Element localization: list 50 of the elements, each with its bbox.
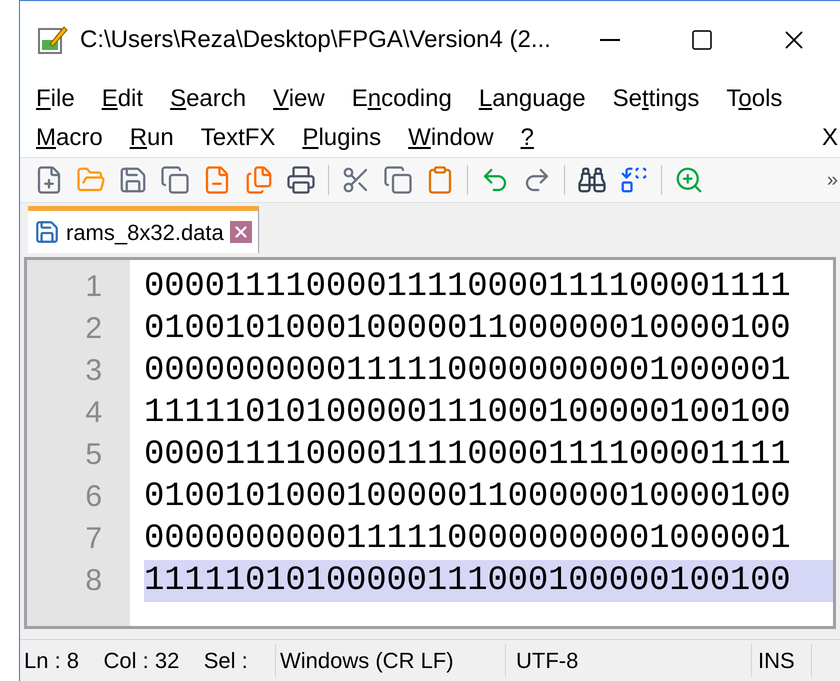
save-icon[interactable] [118, 165, 148, 195]
status-position: Ln : 8 Col : 32 Sel : [20, 644, 276, 677]
close-document-button[interactable]: X [822, 120, 838, 156]
close-tab-icon[interactable] [230, 221, 252, 243]
maximize-icon [690, 28, 714, 52]
menu-item[interactable]: Language [478, 80, 586, 116]
menu-item[interactable]: Run [130, 120, 174, 156]
menu-item[interactable]: Macro [36, 120, 103, 156]
zoom-in-icon[interactable] [674, 165, 704, 195]
menu-item[interactable]: Edit [102, 80, 144, 116]
toolbar-overflow[interactable]: » [826, 165, 840, 195]
code-line: 00000000001111100000000001000001 [144, 351, 792, 392]
menu-item[interactable]: Search [170, 80, 246, 116]
menu-item[interactable]: Plugins [302, 120, 382, 156]
menu-item[interactable]: ? [520, 120, 534, 156]
menu-item[interactable]: View [273, 80, 325, 116]
notepad-icon [36, 24, 68, 56]
file-tab[interactable]: rams_8x32.data [28, 206, 259, 253]
menu-item[interactable]: Tools [726, 80, 782, 116]
line-number: 3 [84, 353, 103, 389]
status-eol: Windows (CR LF) [276, 644, 506, 677]
replace-icon[interactable] [619, 165, 649, 195]
status-encoding: UTF-8 [506, 644, 752, 677]
print-icon[interactable] [286, 165, 316, 195]
save-icon [34, 219, 60, 245]
line-number: 7 [84, 521, 103, 557]
code-line: 01001010001000001100000010000100 [144, 477, 792, 518]
menu-item[interactable]: Settings [612, 80, 700, 116]
minimize-icon [600, 39, 620, 41]
code-line: 00001111000011110000111100001111 [144, 267, 792, 308]
line-number: 2 [84, 311, 103, 347]
code-line: 00001111000011110000111100001111 [144, 435, 792, 476]
line-number: 8 [84, 563, 103, 599]
window-title: C:\Users\Reza\Desktop\FPGA\Version4 (2... [80, 25, 551, 55]
copy-icon[interactable] [383, 165, 413, 195]
menu-item[interactable]: Window [408, 120, 494, 156]
line-number: 4 [84, 395, 103, 431]
code-line: 00000000001111100000000001000001 [144, 519, 792, 560]
menu-item[interactable]: Encoding [352, 80, 452, 116]
line-number: 6 [84, 479, 103, 515]
code-line: 11111010100000111000100000100100 [144, 393, 792, 434]
tab-label: rams_8x32.data [66, 218, 224, 246]
status-mode: INS [752, 644, 812, 677]
menu-item[interactable]: TextFX [200, 120, 276, 156]
menu-item[interactable]: File [36, 80, 75, 116]
binoculars-icon[interactable] [577, 165, 607, 195]
line-number: 1 [84, 269, 103, 305]
close-all-icon[interactable] [244, 165, 274, 195]
line-number: 5 [84, 437, 103, 473]
code-line: 01001010001000001100000010000100 [144, 309, 792, 350]
